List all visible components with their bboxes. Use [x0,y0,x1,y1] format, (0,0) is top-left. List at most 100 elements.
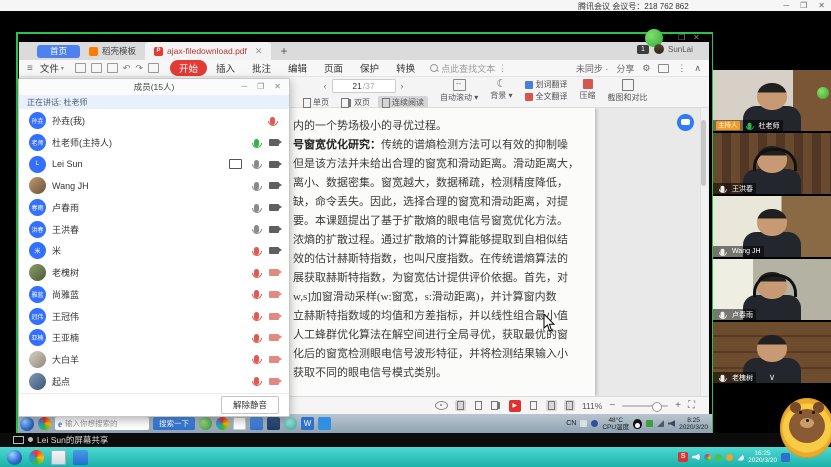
member-row[interactable]: 洪春 王洪春 [19,218,289,240]
message-count-badge[interactable]: 1 [637,45,649,54]
sync-status[interactable]: 未同步 · [576,62,609,75]
member-row[interactable]: 老师 杜老师(主持人) [19,132,289,154]
fit-width-status-icon[interactable] [546,400,557,411]
share-button[interactable]: 分享 [616,62,634,75]
account-name[interactable]: SunLai [668,45,693,54]
member-row[interactable]: 米 米 [19,240,289,262]
app-pinwheel-icon[interactable] [38,417,51,430]
more-icon[interactable]: ⋮ [677,63,686,74]
maximize-icon[interactable]: ❐ [800,0,807,11]
tray-shield-icon[interactable] [580,420,587,427]
layout-fit-icon[interactable] [473,400,484,411]
zoom-out-icon[interactable]: − [609,400,615,411]
tray-green-icon[interactable] [646,420,653,427]
gear-icon[interactable]: ⚙ [642,63,650,74]
taskbar-search-input[interactable]: e 输入你想搜索的 [55,417,149,430]
wps-close-icon[interactable]: ✕ [693,33,700,42]
host-volume-icon[interactable] [692,453,700,461]
mic-icon[interactable] [254,182,259,190]
zoom-slider-knob[interactable] [652,402,662,412]
green-globe-icon[interactable] [199,417,212,430]
video-player-icon[interactable] [233,417,246,430]
camera-icon[interactable] [269,269,279,276]
menu-file[interactable]: 文件 ▾ [40,61,64,75]
actual-size-icon[interactable] [564,400,575,411]
camera-icon[interactable] [269,182,279,189]
preview-icon[interactable] [148,63,159,73]
video-tile[interactable]: 卢春雨 [713,259,831,320]
mic-icon[interactable] [254,139,259,147]
undo-icon[interactable]: ↶ [123,64,131,72]
dark-blue-app-icon[interactable] [267,417,280,430]
mic-icon[interactable] [254,204,259,212]
w-doc-icon[interactable]: W [301,417,314,430]
camera-icon[interactable] [269,226,279,233]
page-number-input[interactable]: 21 /37 [332,79,396,93]
camera-icon[interactable] [269,204,279,211]
member-row[interactable]: 春雨 卢春雨 [19,197,289,219]
unmute-button[interactable]: 解除静音 [221,396,279,414]
network-icon[interactable] [657,420,664,427]
comment-icon[interactable] [658,64,669,73]
full-translate-button[interactable]: 全文翻译 [525,91,568,102]
member-row[interactable]: 孙垚 孙垚(我) [19,110,289,132]
open-folder-icon[interactable] [75,63,86,73]
fullscreen-icon[interactable]: ⛶ [688,400,695,411]
member-row[interactable]: Wang JH [19,175,289,197]
wps-maximize-icon[interactable]: ❐ [678,33,685,42]
video-tile[interactable]: 老槐树 [713,322,831,383]
layout-single-icon[interactable] [455,400,466,411]
mic-icon[interactable] [270,117,275,125]
menu-item[interactable]: 编辑 [286,61,309,75]
m-blue-icon[interactable] [318,417,331,430]
zoom-slider[interactable] [622,405,668,407]
tab-pdf-active[interactable]: P ajax-filedownload.pdf ✕ [145,42,271,60]
prev-page-button[interactable]: ‹ [324,81,327,91]
menu-item[interactable]: 插入 [214,61,237,75]
member-row[interactable]: 亚楠 王亚楠 [19,327,289,349]
close-icon[interactable]: ✕ [818,0,825,11]
document-scrollbar[interactable] [700,108,708,396]
member-row[interactable]: 大白羊 [19,349,289,371]
member-row[interactable]: 老槐树 [19,262,289,284]
mic-icon[interactable] [254,334,259,342]
qq-icon[interactable] [633,419,642,429]
assistant-float-icon[interactable] [677,114,694,131]
background-button[interactable]: 背景 ▾ [490,90,512,101]
start-orb-icon[interactable] [20,417,34,431]
mic-icon[interactable] [254,247,259,255]
mic-icon[interactable] [254,269,259,277]
camera-icon[interactable] [269,378,279,385]
tab-docer[interactable]: 稻壳模板 [80,42,145,60]
tray-blue-icon[interactable] [591,420,598,427]
mic-icon[interactable] [254,355,259,363]
sogou-icon[interactable]: S [678,452,688,462]
member-row[interactable]: 冠伟 王冠伟 [19,305,289,327]
mic-icon[interactable] [254,225,259,233]
tab-home[interactable]: 首页 [37,45,80,58]
camera-icon[interactable] [269,313,279,320]
video-tile[interactable]: 主持人 杜老师 [713,70,831,131]
hamburger-icon[interactable]: ≡ [27,63,33,74]
print-icon[interactable] [107,63,118,73]
word-translate-button[interactable]: 划词翻译 [525,79,568,90]
new-tab-button[interactable]: + [280,42,287,60]
mic-icon[interactable] [254,377,259,385]
member-row[interactable]: L Lei Sun [19,153,289,175]
menu-item[interactable]: 批注 [250,61,273,75]
camera-icon[interactable] [269,356,279,363]
account-avatar[interactable] [654,44,664,54]
teal-avatar-icon[interactable] [284,417,297,430]
menu-item[interactable]: 页面 [322,61,345,75]
cpu-temp-indicator[interactable]: 48°CCPU温度 [602,417,629,431]
mic-icon[interactable] [254,312,259,320]
collapse-ribbon-icon[interactable]: ∧ [694,63,701,74]
fit-width-icon[interactable] [453,79,466,91]
camera-icon[interactable] [269,247,279,254]
language-indicator[interactable]: CN [566,420,576,427]
close-tab-icon[interactable]: ✕ [255,46,263,57]
search-submit-button[interactable]: 搜索一下 [153,417,195,430]
volume-icon[interactable] [668,420,675,427]
compress-button[interactable]: 压缩 [580,90,596,101]
zoom-in-icon[interactable]: + [675,400,681,411]
